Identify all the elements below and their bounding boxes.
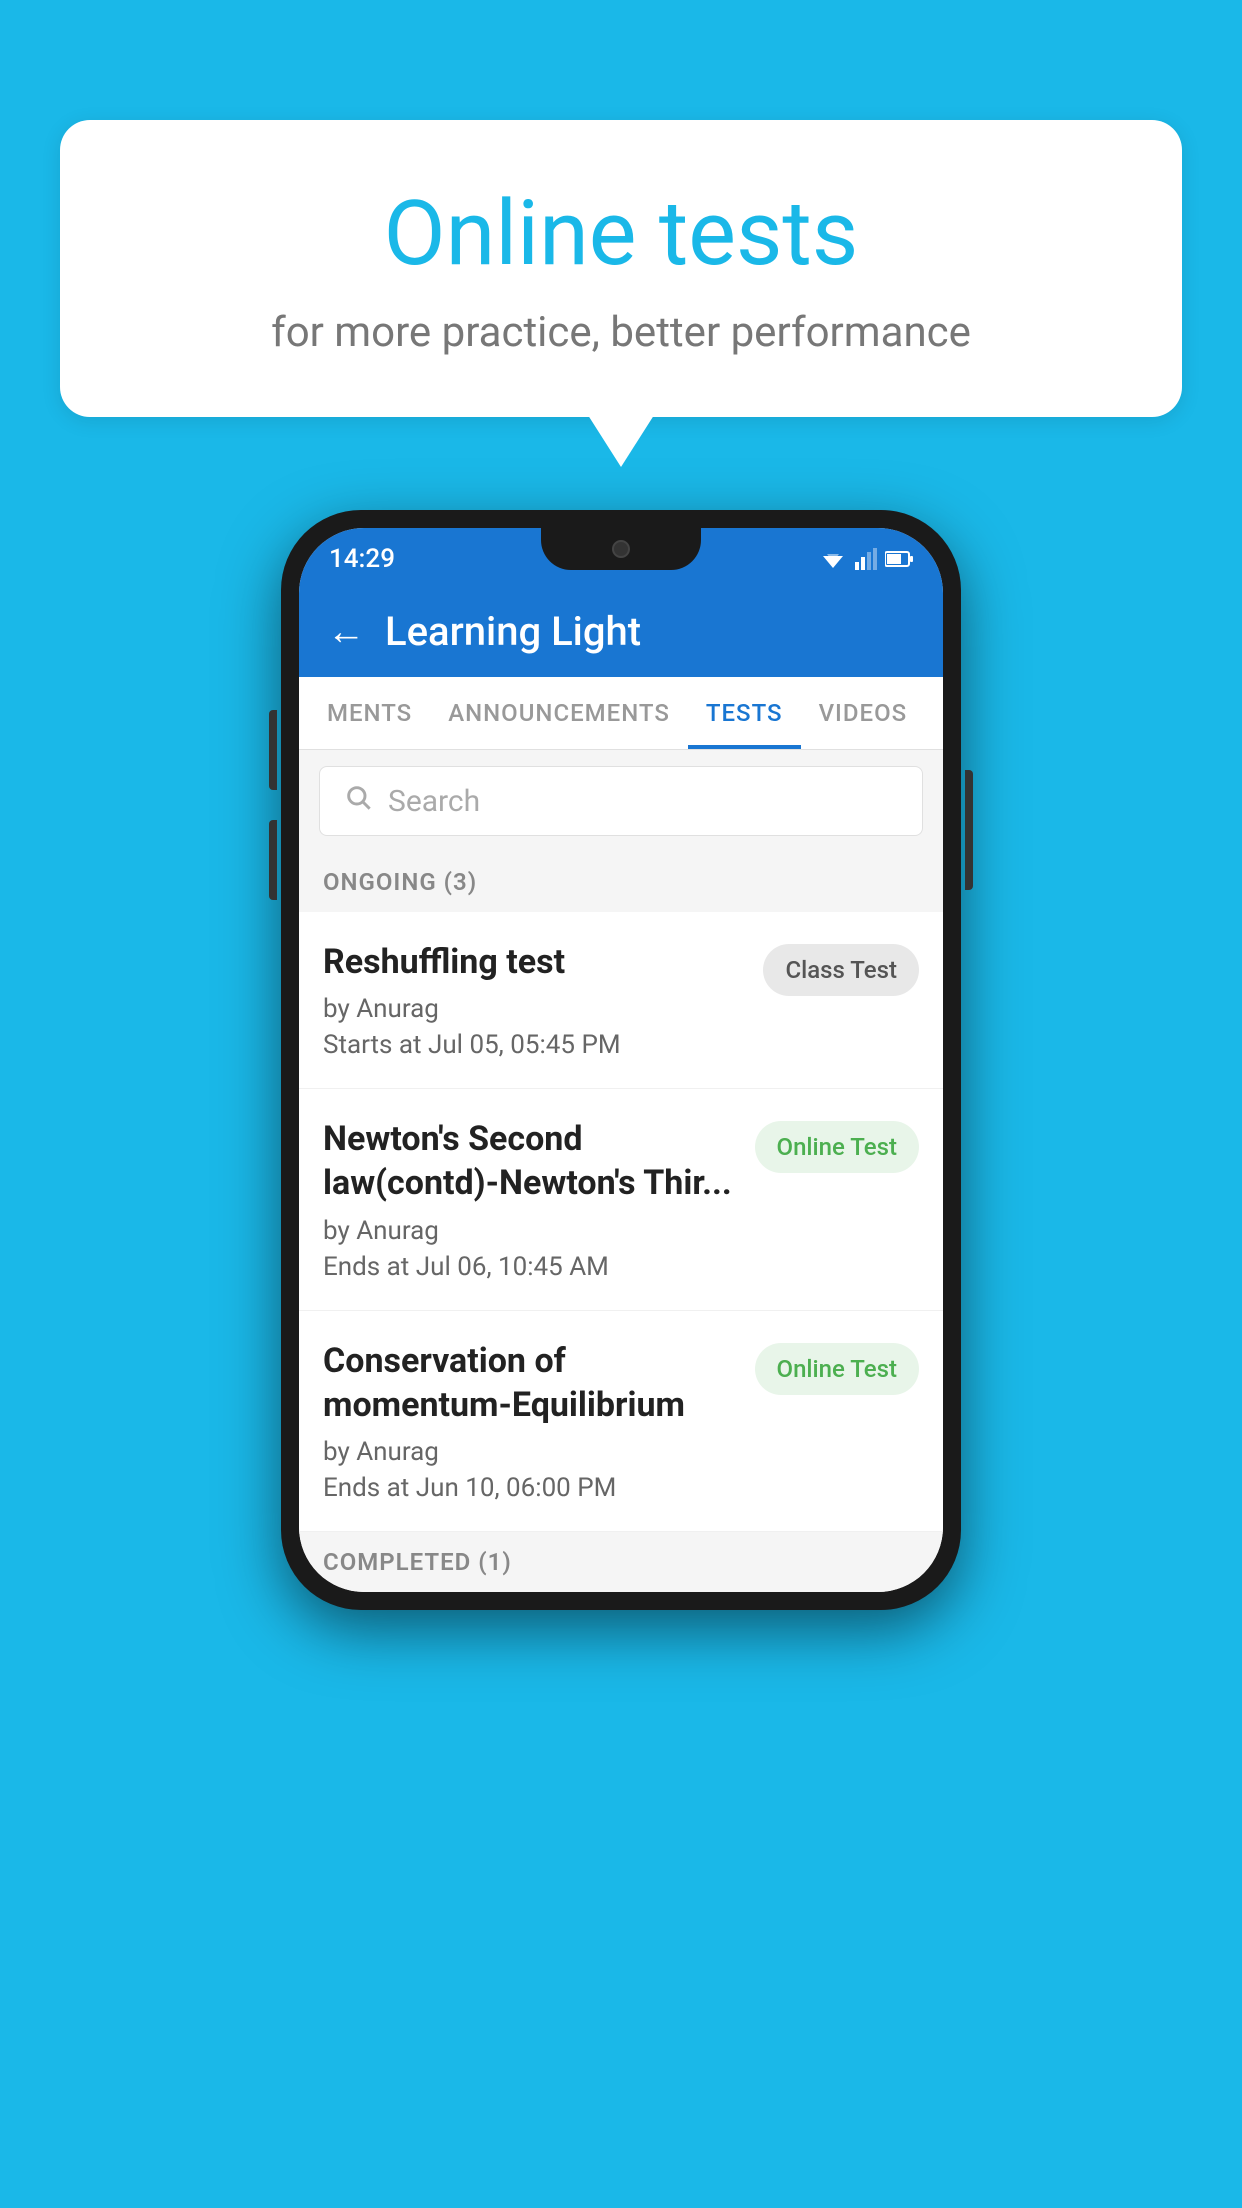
search-container: Search (299, 750, 943, 852)
search-icon (344, 783, 372, 819)
phone-volume-down-button (269, 820, 277, 900)
app-bar-title: Learning Light (385, 608, 641, 655)
test-info-1: Reshuffling test by Anurag Starts at Jul… (323, 940, 747, 1060)
test-by-2: by Anurag (323, 1216, 739, 1246)
hero-subtitle: for more practice, better performance (140, 308, 1102, 357)
search-input[interactable]: Search (388, 784, 480, 819)
test-name-2: Newton's Second law(contd)-Newton's Thir… (323, 1117, 739, 1205)
phone-power-button (965, 770, 973, 890)
test-badge-3: Online Test (755, 1343, 919, 1395)
test-name-3: Conservation of momentum-Equilibrium (323, 1339, 739, 1427)
tab-tests[interactable]: TESTS (688, 677, 801, 749)
test-badge-2: Online Test (755, 1121, 919, 1173)
test-name-1: Reshuffling test (323, 940, 747, 984)
tab-announcements[interactable]: ANNOUNCEMENTS (430, 677, 688, 749)
signal-icon (855, 548, 877, 570)
test-item-1[interactable]: Reshuffling test by Anurag Starts at Jul… (299, 912, 943, 1089)
status-bar: 14:29 (299, 528, 943, 586)
test-item-3[interactable]: Conservation of momentum-Equilibrium by … (299, 1311, 943, 1532)
battery-icon (885, 550, 913, 568)
tab-videos[interactable]: VIDEOS (801, 677, 926, 749)
test-date-2: Ends at Jul 06, 10:45 AM (323, 1252, 739, 1282)
test-info-3: Conservation of momentum-Equilibrium by … (323, 1339, 739, 1503)
completed-section-header: COMPLETED (1) (299, 1532, 943, 1592)
test-info-2: Newton's Second law(contd)-Newton's Thir… (323, 1117, 739, 1281)
test-date-3: Ends at Jun 10, 06:00 PM (323, 1473, 739, 1503)
phone-volume-up-button (269, 710, 277, 790)
test-by-1: by Anurag (323, 994, 747, 1024)
phone-notch (541, 528, 701, 570)
hero-section: Online tests for more practice, better p… (60, 120, 1182, 417)
tab-ments[interactable]: MENTS (309, 677, 430, 749)
status-icons (819, 548, 913, 570)
status-time: 14:29 (329, 544, 395, 574)
speech-bubble: Online tests for more practice, better p… (60, 120, 1182, 417)
test-by-3: by Anurag (323, 1437, 739, 1467)
search-bar[interactable]: Search (319, 766, 923, 836)
ongoing-section-header: ONGOING (3) (299, 852, 943, 912)
wifi-icon (819, 548, 847, 570)
test-date-1: Starts at Jul 05, 05:45 PM (323, 1030, 747, 1060)
camera-dot (612, 540, 630, 558)
tabs-bar: MENTS ANNOUNCEMENTS TESTS VIDEOS (299, 677, 943, 750)
hero-title: Online tests (140, 180, 1102, 288)
test-badge-1: Class Test (763, 944, 919, 996)
phone-mockup: 14:29 (281, 510, 961, 1610)
back-button[interactable]: ← (327, 610, 365, 654)
test-item-2[interactable]: Newton's Second law(contd)-Newton's Thir… (299, 1089, 943, 1310)
app-bar: ← Learning Light (299, 586, 943, 677)
test-list: Reshuffling test by Anurag Starts at Jul… (299, 912, 943, 1532)
